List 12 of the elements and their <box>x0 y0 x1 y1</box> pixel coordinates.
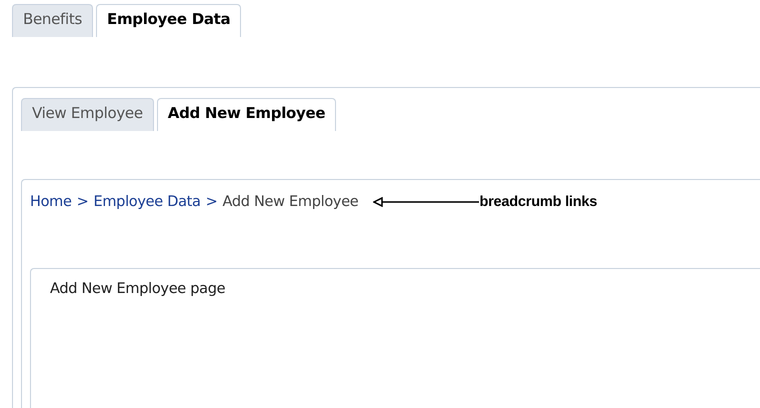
arrow-icon <box>373 197 480 207</box>
page-text: Add New Employee page <box>50 281 226 297</box>
breadcrumb-link[interactable]: Home <box>30 194 72 210</box>
tab[interactable]: View Employee <box>21 98 154 131</box>
tab[interactable]: Benefits <box>12 4 93 37</box>
breadcrumb-current: Add New Employee <box>222 194 358 210</box>
annotation-label: breadcrumb links <box>479 194 598 210</box>
breadcrumb-separator: > <box>206 194 218 210</box>
tab[interactable]: Employee Data <box>96 4 242 37</box>
breadcrumb-separator: > <box>76 194 88 210</box>
tab[interactable]: Add New Employee <box>156 98 336 131</box>
breadcrumb-link[interactable]: Employee Data <box>93 194 201 210</box>
